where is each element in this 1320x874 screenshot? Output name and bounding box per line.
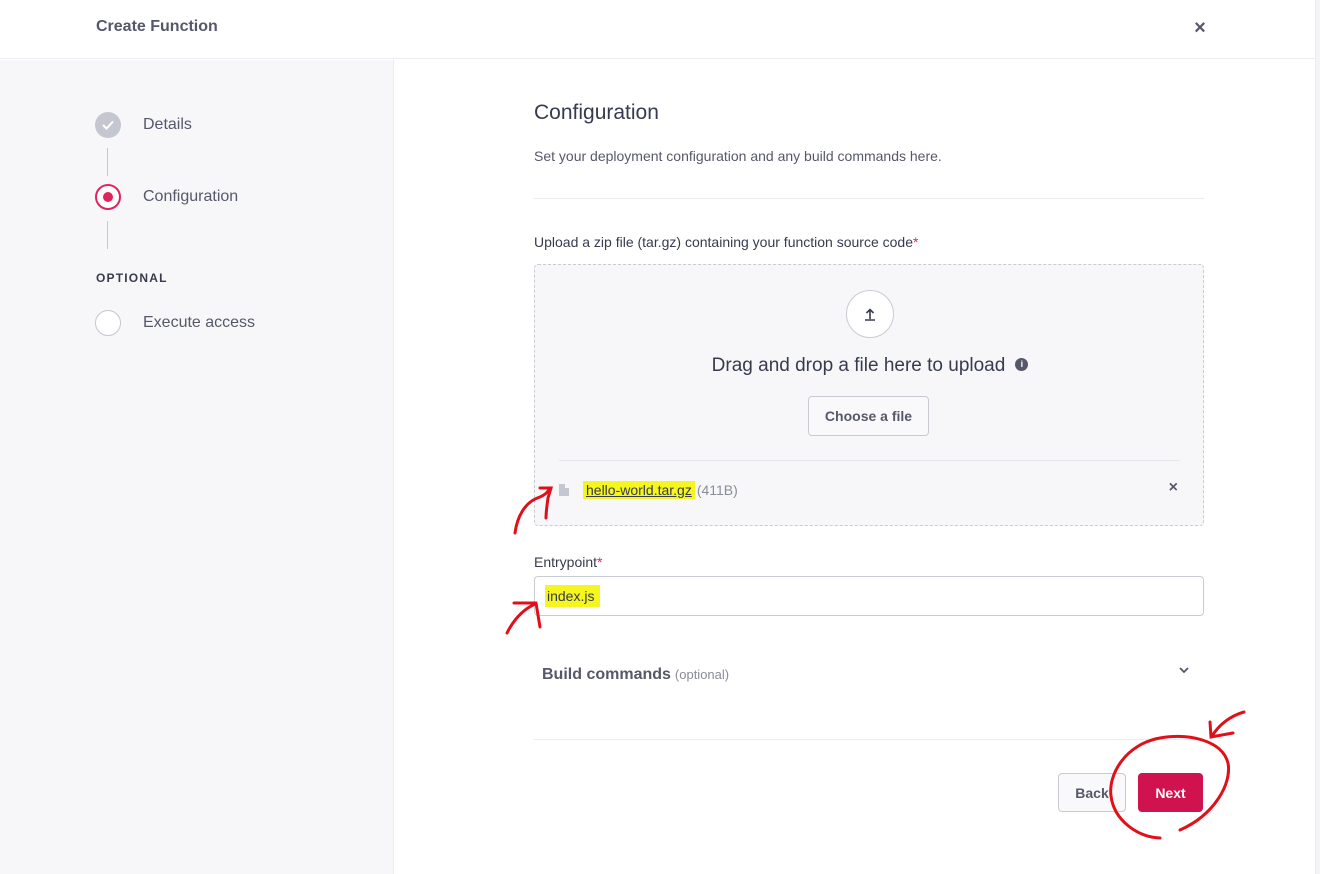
section-subtitle: Set your deployment configuration and an… bbox=[534, 148, 942, 164]
modal-header: Create Function × bbox=[0, 0, 1315, 59]
step-label: Details bbox=[143, 116, 192, 133]
close-icon[interactable]: × bbox=[1188, 17, 1212, 41]
step-label: Configuration bbox=[143, 188, 239, 205]
choose-file-button[interactable]: Choose a file bbox=[808, 396, 929, 436]
uploaded-file-row: hello-world.tar.gz (411B) × bbox=[559, 479, 1180, 501]
divider bbox=[559, 460, 1180, 461]
chevron-down-icon bbox=[1179, 667, 1189, 674]
empty-step-icon bbox=[95, 310, 121, 336]
section-title: Configuration bbox=[534, 101, 659, 124]
active-step-icon bbox=[95, 184, 121, 210]
optional-heading: OPTIONAL bbox=[96, 271, 168, 285]
required-mark: * bbox=[913, 234, 919, 250]
file-size: (411B) bbox=[696, 482, 738, 498]
step-connector bbox=[107, 221, 108, 249]
entrypoint-input[interactable]: index.js bbox=[534, 576, 1204, 616]
page-title: Create Function bbox=[96, 18, 218, 35]
divider bbox=[534, 739, 1204, 740]
build-commands-title: Build commands (optional) bbox=[542, 666, 729, 684]
upload-icon bbox=[846, 290, 894, 338]
upload-label: Upload a zip file (tar.gz) containing yo… bbox=[534, 234, 918, 250]
remove-file-icon[interactable]: × bbox=[1169, 479, 1178, 497]
optional-hint: (optional) bbox=[674, 667, 730, 682]
entrypoint-value: index.js bbox=[545, 585, 601, 607]
entrypoint-label: Entrypoint* bbox=[534, 554, 603, 570]
file-name: hello-world.tar.gz bbox=[583, 481, 695, 499]
annotation-arrow-next bbox=[1208, 710, 1246, 739]
step-details[interactable]: Details bbox=[95, 112, 192, 138]
wizard-sidebar bbox=[0, 60, 394, 874]
check-icon bbox=[95, 112, 121, 138]
upload-label-text: Upload a zip file (tar.gz) containing yo… bbox=[534, 234, 913, 250]
next-button[interactable]: Next bbox=[1138, 773, 1203, 812]
info-icon[interactable]: i bbox=[1015, 357, 1029, 371]
entrypoint-label-text: Entrypoint bbox=[534, 554, 598, 570]
file-icon bbox=[559, 484, 569, 496]
step-connector bbox=[107, 148, 108, 176]
step-label: Execute access bbox=[143, 314, 256, 331]
required-mark: * bbox=[597, 554, 603, 570]
file-dropzone[interactable]: Drag and drop a file here to upload i Cho… bbox=[534, 264, 1204, 526]
build-commands-label: Build commands bbox=[542, 666, 671, 683]
dropzone-text: Drag and drop a file here to upload i bbox=[535, 355, 1205, 377]
step-configuration[interactable]: Configuration bbox=[95, 184, 238, 210]
back-button[interactable]: Back bbox=[1058, 773, 1126, 812]
dropzone-text-label: Drag and drop a file here to upload bbox=[711, 355, 1006, 376]
build-commands-toggle[interactable]: Build commands (optional) bbox=[534, 656, 1204, 694]
window-edge bbox=[1315, 0, 1320, 874]
divider bbox=[534, 198, 1204, 199]
step-execute-access[interactable]: Execute access bbox=[95, 310, 255, 336]
